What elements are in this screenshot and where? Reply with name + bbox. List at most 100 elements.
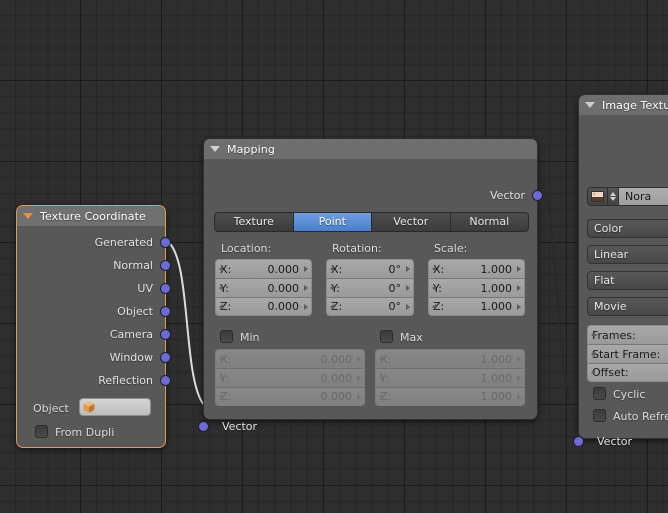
scale-x-field[interactable]: X: 1.000 [428, 259, 525, 278]
auto-refresh-checkbox[interactable] [593, 409, 606, 422]
tab-vector[interactable]: Vector [372, 213, 451, 231]
tab-texture[interactable]: Texture [215, 213, 294, 231]
object-field[interactable] [79, 398, 151, 416]
decrement-arrow-icon[interactable] [330, 266, 334, 272]
source-dropdown[interactable]: Movie [587, 297, 668, 316]
location-x-value: 0.000 [267, 262, 300, 276]
location-z-value: 0.000 [267, 300, 300, 313]
scale-y-field[interactable]: Y: 1.000 [428, 278, 525, 297]
increment-arrow-icon[interactable] [517, 393, 521, 400]
max-z-field[interactable]: Z: 1.000 [375, 387, 525, 406]
socket-generated[interactable] [160, 237, 171, 248]
decrement-arrow-icon[interactable] [379, 356, 383, 362]
start-frame-field[interactable]: Start Frame: [587, 344, 668, 363]
socket-camera[interactable] [160, 329, 171, 340]
frames-field[interactable]: Frames: [587, 325, 668, 344]
socket-label-generated: Generated [94, 236, 153, 249]
link-mapping-vector-to-image-vector [537, 173, 579, 421]
node-texture-coordinate-header[interactable]: Texture Coordinate [17, 206, 165, 226]
decrement-arrow-icon[interactable] [432, 285, 436, 291]
min-y-field[interactable]: Y: 0.000 [215, 368, 365, 387]
projection-dropdown[interactable]: Flat [587, 271, 668, 290]
from-dupli-checkbox[interactable] [35, 425, 48, 438]
max-x-field[interactable]: X: 1.000 [375, 349, 525, 368]
decrement-arrow-icon[interactable] [219, 393, 223, 400]
node-texture-coordinate[interactable]: Texture Coordinate Generated Normal UV O… [16, 205, 171, 448]
socket-object[interactable] [160, 306, 171, 317]
increment-arrow-icon[interactable] [406, 303, 410, 310]
decrement-arrow-icon[interactable] [219, 303, 223, 310]
increment-arrow-icon[interactable] [406, 285, 410, 291]
increment-arrow-icon[interactable] [304, 266, 308, 272]
mapping-input-socket-vector[interactable] [198, 421, 209, 432]
location-z-field[interactable]: Z: 0.000 [215, 297, 312, 316]
socket-label-object: Object [117, 305, 153, 318]
node-editor-canvas[interactable]: Texture Coordinate Generated Normal UV O… [0, 0, 668, 513]
decrement-arrow-icon[interactable] [591, 351, 595, 357]
datablock-updown-arrows[interactable] [608, 188, 619, 205]
image-texture-input-socket-vector[interactable] [573, 436, 584, 447]
collapse-triangle-icon[interactable] [210, 146, 220, 152]
rotation-x-field[interactable]: X: 0° [326, 259, 414, 278]
increment-arrow-icon[interactable] [406, 266, 410, 272]
node-image-texture-header[interactable]: Image Textur [579, 95, 668, 115]
decrement-arrow-icon[interactable] [379, 393, 383, 400]
increment-arrow-icon[interactable] [517, 285, 521, 291]
min-z-field[interactable]: Z: 0.000 [215, 387, 365, 406]
increment-arrow-icon[interactable] [517, 266, 521, 272]
socket-reflection[interactable] [160, 375, 171, 386]
mapping-output-socket-vector[interactable] [532, 190, 543, 201]
decrement-arrow-icon[interactable] [219, 285, 223, 291]
rotation-y-field[interactable]: Y: 0° [326, 278, 414, 297]
location-x-field[interactable]: X: 0.000 [215, 259, 312, 278]
min-x-field[interactable]: X: 0.000 [215, 349, 365, 368]
mapping-output-label-vector: Vector [489, 189, 525, 202]
increment-arrow-icon[interactable] [357, 375, 361, 381]
collapse-triangle-icon[interactable] [585, 102, 595, 108]
decrement-arrow-icon[interactable] [432, 266, 436, 272]
increment-arrow-icon[interactable] [304, 285, 308, 291]
scale-z-field[interactable]: Z: 1.000 [428, 297, 525, 316]
image-texture-input-label-vector: Vector [597, 435, 633, 448]
min-clamp-checkbox[interactable] [220, 330, 233, 343]
socket-normal[interactable] [160, 260, 171, 271]
increment-arrow-icon[interactable] [517, 303, 521, 310]
image-datablock-selector[interactable]: Nora F [587, 187, 668, 206]
color-space-dropdown[interactable]: Color [587, 219, 668, 238]
mapping-type-tabs[interactable]: Texture Point Vector Normal [214, 212, 529, 232]
scale-y-value: 1.000 [480, 281, 513, 295]
offset-field[interactable]: Offset: [587, 363, 668, 382]
tab-point[interactable]: Point [293, 213, 372, 231]
rotation-column-header: Rotation: [332, 242, 382, 255]
node-mapping[interactable]: Mapping Vector Texture Point Vector Norm… [198, 138, 543, 433]
image-icon[interactable] [588, 188, 608, 205]
image-datablock-name[interactable]: Nora [619, 188, 668, 205]
increment-arrow-icon[interactable] [357, 356, 361, 362]
increment-arrow-icon[interactable] [304, 303, 308, 310]
tab-normal[interactable]: Normal [450, 213, 528, 231]
node-image-texture[interactable]: Image Textur Nora F [573, 94, 668, 448]
decrement-arrow-icon[interactable] [591, 369, 595, 376]
increment-arrow-icon[interactable] [517, 356, 521, 362]
socket-window[interactable] [160, 352, 171, 363]
node-mapping-header[interactable]: Mapping [204, 139, 537, 159]
increment-arrow-icon[interactable] [357, 393, 361, 400]
decrement-arrow-icon[interactable] [379, 375, 383, 381]
increment-arrow-icon[interactable] [517, 375, 521, 381]
cyclic-checkbox[interactable] [593, 387, 606, 400]
decrement-arrow-icon[interactable] [432, 303, 436, 310]
collapse-triangle-icon[interactable] [23, 213, 33, 219]
decrement-arrow-icon[interactable] [219, 356, 223, 362]
decrement-arrow-icon[interactable] [219, 266, 223, 272]
max-clamp-checkbox[interactable] [380, 330, 393, 343]
decrement-arrow-icon[interactable] [330, 303, 334, 310]
max-clamp-label: Max [400, 331, 423, 344]
decrement-arrow-icon[interactable] [219, 375, 223, 381]
location-y-field[interactable]: Y: 0.000 [215, 278, 312, 297]
socket-uv[interactable] [160, 283, 171, 294]
max-y-field[interactable]: Y: 1.000 [375, 368, 525, 387]
decrement-arrow-icon[interactable] [330, 285, 334, 291]
decrement-arrow-icon[interactable] [591, 332, 595, 338]
rotation-z-field[interactable]: Z: 0° [326, 297, 414, 316]
interpolation-dropdown[interactable]: Linear [587, 245, 668, 264]
